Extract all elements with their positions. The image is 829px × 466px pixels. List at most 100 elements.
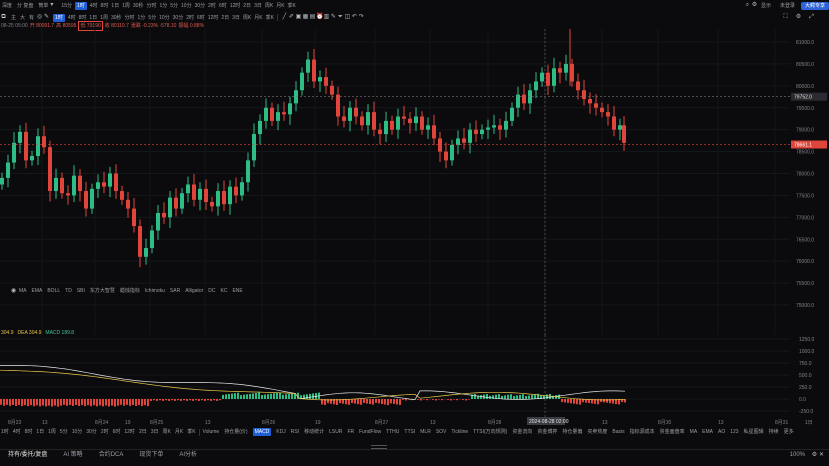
timeframe-draw-10[interactable]: 2时: [186, 14, 194, 22]
tab-0[interactable]: 持有/委托/复盘: [0, 451, 55, 460]
line-tool-icon[interactable]: ╱: [281, 14, 288, 21]
timeframe-top-13[interactable]: 6时: [219, 2, 227, 10]
indicator-12[interactable]: ENE: [232, 287, 242, 295]
indicator-bottom-21[interactable]: 资金面盘率: [660, 428, 685, 436]
settings-icon[interactable]: ⚙: [751, 2, 758, 9]
tab-label[interactable]: 分 复盘: [17, 2, 33, 10]
timeframe-draw-9[interactable]: 30分: [173, 14, 184, 22]
table-icon[interactable]: ▤: [309, 14, 316, 21]
timeframe-bottom-9[interactable]: 6时: [113, 428, 121, 436]
timeframe-selected[interactable]: 1时: [53, 13, 65, 22]
timeframe-bottom-3[interactable]: 1日: [36, 428, 44, 436]
timeframe-bottom-4[interactable]: 1周: [48, 428, 56, 436]
timeframe-top-1[interactable]: 1时: [74, 1, 87, 10]
indicator-bottom-0[interactable]: Volume: [203, 428, 220, 436]
timeframe-draw-0[interactable]: 4时: [68, 14, 76, 22]
timeframe-draw-16[interactable]: 月K: [254, 14, 262, 22]
indicator-11[interactable]: KC: [221, 287, 228, 295]
indicator-bottom-18[interactable]: 买卖热度: [587, 428, 607, 436]
indicator-bottom-19[interactable]: Basis: [612, 428, 624, 436]
settings-icon-3[interactable]: ⚙: [811, 452, 818, 459]
chevron-down-icon[interactable]: ▾: [48, 2, 55, 9]
timeframe-bottom-7[interactable]: 30分: [86, 428, 97, 436]
timeframe-bottom-14[interactable]: 月K: [175, 428, 183, 436]
tab-3[interactable]: 现货下单: [131, 451, 171, 460]
undo-icon[interactable]: ↶: [351, 14, 358, 21]
timeframe-draw-4[interactable]: 30秒: [111, 14, 122, 22]
filter-icon[interactable]: ⏷: [337, 14, 344, 21]
indicator-6[interactable]: 蜡烛指标: [120, 287, 140, 295]
timeframe-bottom-12[interactable]: 3日: [151, 428, 159, 436]
mode-label[interactable]: 筒单: [38, 2, 48, 10]
camera-icon[interactable]: ◫: [344, 14, 351, 21]
indicator-8[interactable]: SAR: [170, 287, 180, 295]
indicator-bottom-16[interactable]: 资金博弈: [537, 428, 557, 436]
timeframe-top-5[interactable]: 1周: [122, 2, 130, 10]
indicator-bottom-4[interactable]: RSI: [291, 428, 299, 436]
main-indicator-label[interactable]: 主: [11, 14, 16, 22]
indicator-5[interactable]: 东方大智慧: [90, 287, 115, 295]
macd-chart[interactable]: 1250.0 1000.0 750.0 500.0 250.0 0.0 -250.0: [0, 335, 829, 418]
search-icon[interactable]: ⌕: [744, 2, 751, 9]
timeframe-top-2[interactable]: 4时: [90, 2, 98, 10]
compare-icon[interactable]: ◎: [36, 14, 43, 21]
timeframe-top-11[interactable]: 30分: [195, 2, 206, 10]
fullscreen-icon[interactable]: ⛶: [782, 14, 789, 21]
pencil-icon[interactable]: ✎: [43, 14, 50, 21]
frame-icon[interactable]: ▣: [295, 14, 302, 21]
have-label[interactable]: 有: [29, 14, 34, 22]
indicator-bottom-23[interactable]: EMA: [702, 428, 713, 436]
timeframe-bottom-5[interactable]: 5分: [60, 428, 68, 436]
timeframe-draw-17[interactable]: 季K: [266, 14, 274, 22]
indicator-bottom-11[interactable]: MLR: [420, 428, 431, 436]
timeframe-top-9[interactable]: 5分: [170, 2, 178, 10]
timeframe-bottom-15[interactable]: 季K: [187, 428, 195, 436]
tab-2[interactable]: 合约DCA: [91, 451, 132, 460]
indicator-bottom-27[interactable]: 持续: [769, 428, 779, 436]
close-icon[interactable]: ✕: [818, 452, 825, 459]
timeframe-bottom-0[interactable]: 1时: [1, 428, 9, 436]
timeframe-draw-7[interactable]: 5分: [148, 14, 156, 22]
timeframe-draw-14[interactable]: 3日: [232, 14, 240, 22]
timeframe-bottom-10[interactable]: 12时: [124, 428, 135, 436]
settings-icon-2[interactable]: ⚙: [795, 14, 802, 21]
timeframe-top-18[interactable]: 月K: [276, 2, 284, 10]
indicator-7[interactable]: Ichimoku: [145, 287, 165, 295]
indicator-bottom-22[interactable]: MA: [690, 428, 698, 436]
indicator-1[interactable]: EMA: [32, 287, 43, 295]
indicator-4[interactable]: SBI: [77, 287, 85, 295]
indicator-bottom-17[interactable]: 持仓量偏: [562, 428, 582, 436]
big-label[interactable]: 大: [20, 14, 25, 22]
indicator-bottom-10[interactable]: TTSI: [404, 428, 415, 436]
brush-icon[interactable]: ✐: [288, 14, 295, 21]
timeframe-draw-11[interactable]: 6时: [197, 14, 205, 22]
indicator-bottom-14[interactable]: TTSI(万向规则): [473, 428, 507, 436]
timeframe-bottom-2[interactable]: 8时: [25, 428, 33, 436]
indicator-bottom-9[interactable]: TTHU: [386, 428, 399, 436]
timeframe-bottom-11[interactable]: 2日: [139, 428, 147, 436]
grid-icon[interactable]: ▦: [302, 14, 309, 21]
indicator-bottom-20[interactable]: 指标源成本: [630, 428, 655, 436]
layout-icon[interactable]: ▥: [323, 14, 330, 21]
tab-4[interactable]: AI分析: [171, 451, 205, 460]
indicator-eye-icon[interactable]: ◉: [10, 288, 17, 295]
timeframe-draw-15[interactable]: 周K: [243, 14, 251, 22]
indicator-bottom-12[interactable]: SOV: [436, 428, 447, 436]
timeframe-top-0[interactable]: 15分: [61, 2, 72, 10]
indicator-bottom-28[interactable]: 更多: [784, 428, 794, 436]
timeframe-top-8[interactable]: 1分: [159, 2, 167, 10]
indicator-bottom-15[interactable]: 资金流向: [512, 428, 532, 436]
indicator-bottom-6[interactable]: LSUR: [329, 428, 342, 436]
indicator-bottom-25[interactable]: 123: [730, 428, 738, 436]
timeframe-top-16[interactable]: 3日: [254, 2, 262, 10]
timeframe-draw-12[interactable]: 12时: [208, 14, 219, 22]
tab-1[interactable]: AI 策略: [55, 451, 90, 460]
timeframe-top-12[interactable]: 2时: [208, 2, 216, 10]
display-label[interactable]: 显示: [761, 2, 771, 10]
candle-type-icon[interactable]: ⧉: [0, 14, 7, 21]
timeframe-top-3[interactable]: 8时: [101, 2, 109, 10]
timeframe-top-19[interactable]: 季K: [288, 2, 296, 10]
indicator-9[interactable]: Alligator: [185, 287, 203, 295]
edit-icon[interactable]: ✎: [330, 14, 337, 21]
timeframe-bottom-8[interactable]: 2时: [101, 428, 109, 436]
